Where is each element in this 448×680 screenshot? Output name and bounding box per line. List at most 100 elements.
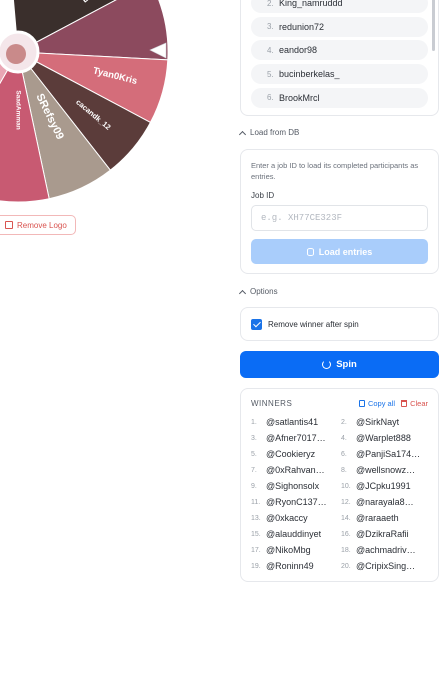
winner-item: 6. @PanjiSa174… [341,446,431,462]
winner-number: 4. [341,434,347,442]
chevron-up-icon [238,130,247,138]
wheel-segment-label: SaadAmman [14,90,21,129]
entries-list: 2. King_namruddd 3. redunion72 4. eandor98 5. b… [251,0,435,121]
winner-item: 5. @Cookieryz [251,446,341,462]
winner-item: 20. @CripixSing… [341,558,431,574]
winner-item: 7. @0xRahvan… [251,462,341,478]
options-heading: Options [250,287,278,296]
winner-item: 11. @RyonC137… [251,494,341,510]
chevron-up-icon [238,289,247,297]
entry-item[interactable]: 2. King_namruddd [251,0,428,13]
spin-wheel[interactable]: BrookMrclTyan0Kriscacandk_12SRefsy09Saad… [0,0,230,240]
copy-all-button[interactable]: Copy all [358,399,396,408]
remove-winner-checkbox[interactable] [251,318,262,330]
entry-item[interactable]: 3. redunion72 [251,16,428,37]
winners-title: WINNERS [251,399,293,408]
winner-number: 1. [251,418,257,426]
load-entries-label: Load entries [318,246,373,257]
winner-item: 18. @achmadriv… [341,542,431,558]
load-db-heading: Load from DB [250,128,300,137]
winner-item: 1. @satlantis41 [251,414,341,430]
winner-name: @achmadriv… [356,545,416,555]
winner-number: 13. [251,514,261,522]
winner-number: 9. [251,482,257,490]
winner-item: 8. @wellsnowz… [341,462,431,478]
entry-item[interactable]: 6. BrookMrcl [251,87,428,108]
winner-item: 12. @narayala8… [341,494,431,510]
winner-name: @CripixSing… [356,561,416,571]
winner-item: 15. @alauddinyet [251,526,341,542]
entry-name: redunion72 [279,21,325,32]
winner-name: @raraaeth [356,513,399,523]
load-entries-button[interactable]: Load entries [251,239,428,264]
winner-item: 17. @NikoMbg [251,542,341,558]
winner-name: @JCpku1991 [356,481,411,491]
winner-name: @RyonC137… [266,497,327,507]
winner-name: @Cookieryz [266,449,316,459]
winner-number: 10. [341,482,351,490]
winner-name: @NikoMbg [266,545,311,555]
clear-label: Clear [410,399,428,408]
entry-number: 6. [267,93,274,103]
winner-number: 7. [251,466,257,474]
winner-item: 4. @Warplet888 [341,430,431,446]
job-id-input[interactable] [251,205,428,231]
winners-panel: WINNERS Copy all Clear 1. @satlantis41 2. @… [240,388,439,582]
winner-name: @wellsnowz… [356,465,416,475]
remove-logo-label: Remove Logo [17,220,67,230]
winner-item: 16. @DzikraRafii [341,526,431,542]
options-toggle[interactable]: Options [238,287,278,297]
refresh-icon [322,360,332,369]
trash-icon [401,400,408,407]
winner-name: @Warplet888 [356,433,411,443]
copy-icon [358,400,365,407]
winner-number: 15. [251,530,261,538]
winner-item: 9. @Sighonsolx [251,478,341,494]
winner-name: @0xkaccy [266,513,308,523]
entry-name: King_namruddd [279,0,343,8]
entries-panel: 2. King_namruddd 3. redunion72 4. eandor98 5. b… [240,0,439,116]
entries-scrollbar[interactable] [432,0,435,51]
winner-number: 6. [341,450,347,458]
winner-item: 13. @0xkaccy [251,510,341,526]
load-db-description: Enter a job ID to load its completed par… [251,161,419,181]
winner-number: 2. [341,418,347,426]
entry-name: BrookMrcl [279,92,320,103]
wheel-graphic[interactable]: BrookMrclTyan0Kriscacandk_12SRefsy09Saad… [0,0,230,240]
winner-number: 20. [341,562,351,570]
avatar-icon [6,44,26,64]
remove-winner-label: Remove winner after spin [268,319,359,329]
winner-item: 10. @JCpku1991 [341,478,431,494]
winner-number: 5. [251,450,257,458]
winner-item: 19. @Roninn49 [251,558,341,574]
winner-name: @narayala8… [356,497,414,507]
load-db-toggle[interactable]: Load from DB [238,128,300,138]
winner-number: 11. [251,498,261,506]
entry-name: eandor98 [279,45,318,56]
image-icon [5,221,13,229]
copy-all-label: Copy all [367,399,396,408]
winner-name: @Roninn49 [266,561,314,571]
winners-list: 1. @satlantis41 2. @SirkNayt 3. @Afner7017… 4.… [251,414,428,574]
load-db-panel: Enter a job ID to load its completed par… [240,149,439,274]
entry-number: 5. [267,69,274,79]
clear-button[interactable]: Clear [401,399,428,408]
winner-number: 17. [251,546,261,554]
winner-item: 3. @Afner7017… [251,430,341,446]
remove-logo-button[interactable]: Remove Logo [0,215,76,235]
database-icon [306,247,314,256]
options-panel: Remove winner after spin [240,307,439,341]
entry-name: bucinberkelas_ [279,69,340,80]
entry-item[interactable]: 5. bucinberkelas_ [251,64,428,85]
winner-name: @DzikraRafii [356,529,409,539]
entry-number: 2. [267,0,274,8]
winner-name: @alauddinyet [266,529,322,539]
entry-number: 3. [267,22,274,32]
spin-button[interactable]: Spin [240,351,439,378]
winner-number: 3. [251,434,257,442]
entry-item[interactable]: 4. eandor98 [251,40,428,61]
winner-name: @PanjiSa174… [356,449,421,459]
job-id-label: Job ID [251,191,275,200]
winner-number: 12. [341,498,351,506]
winner-name: @0xRahvan… [266,465,325,475]
